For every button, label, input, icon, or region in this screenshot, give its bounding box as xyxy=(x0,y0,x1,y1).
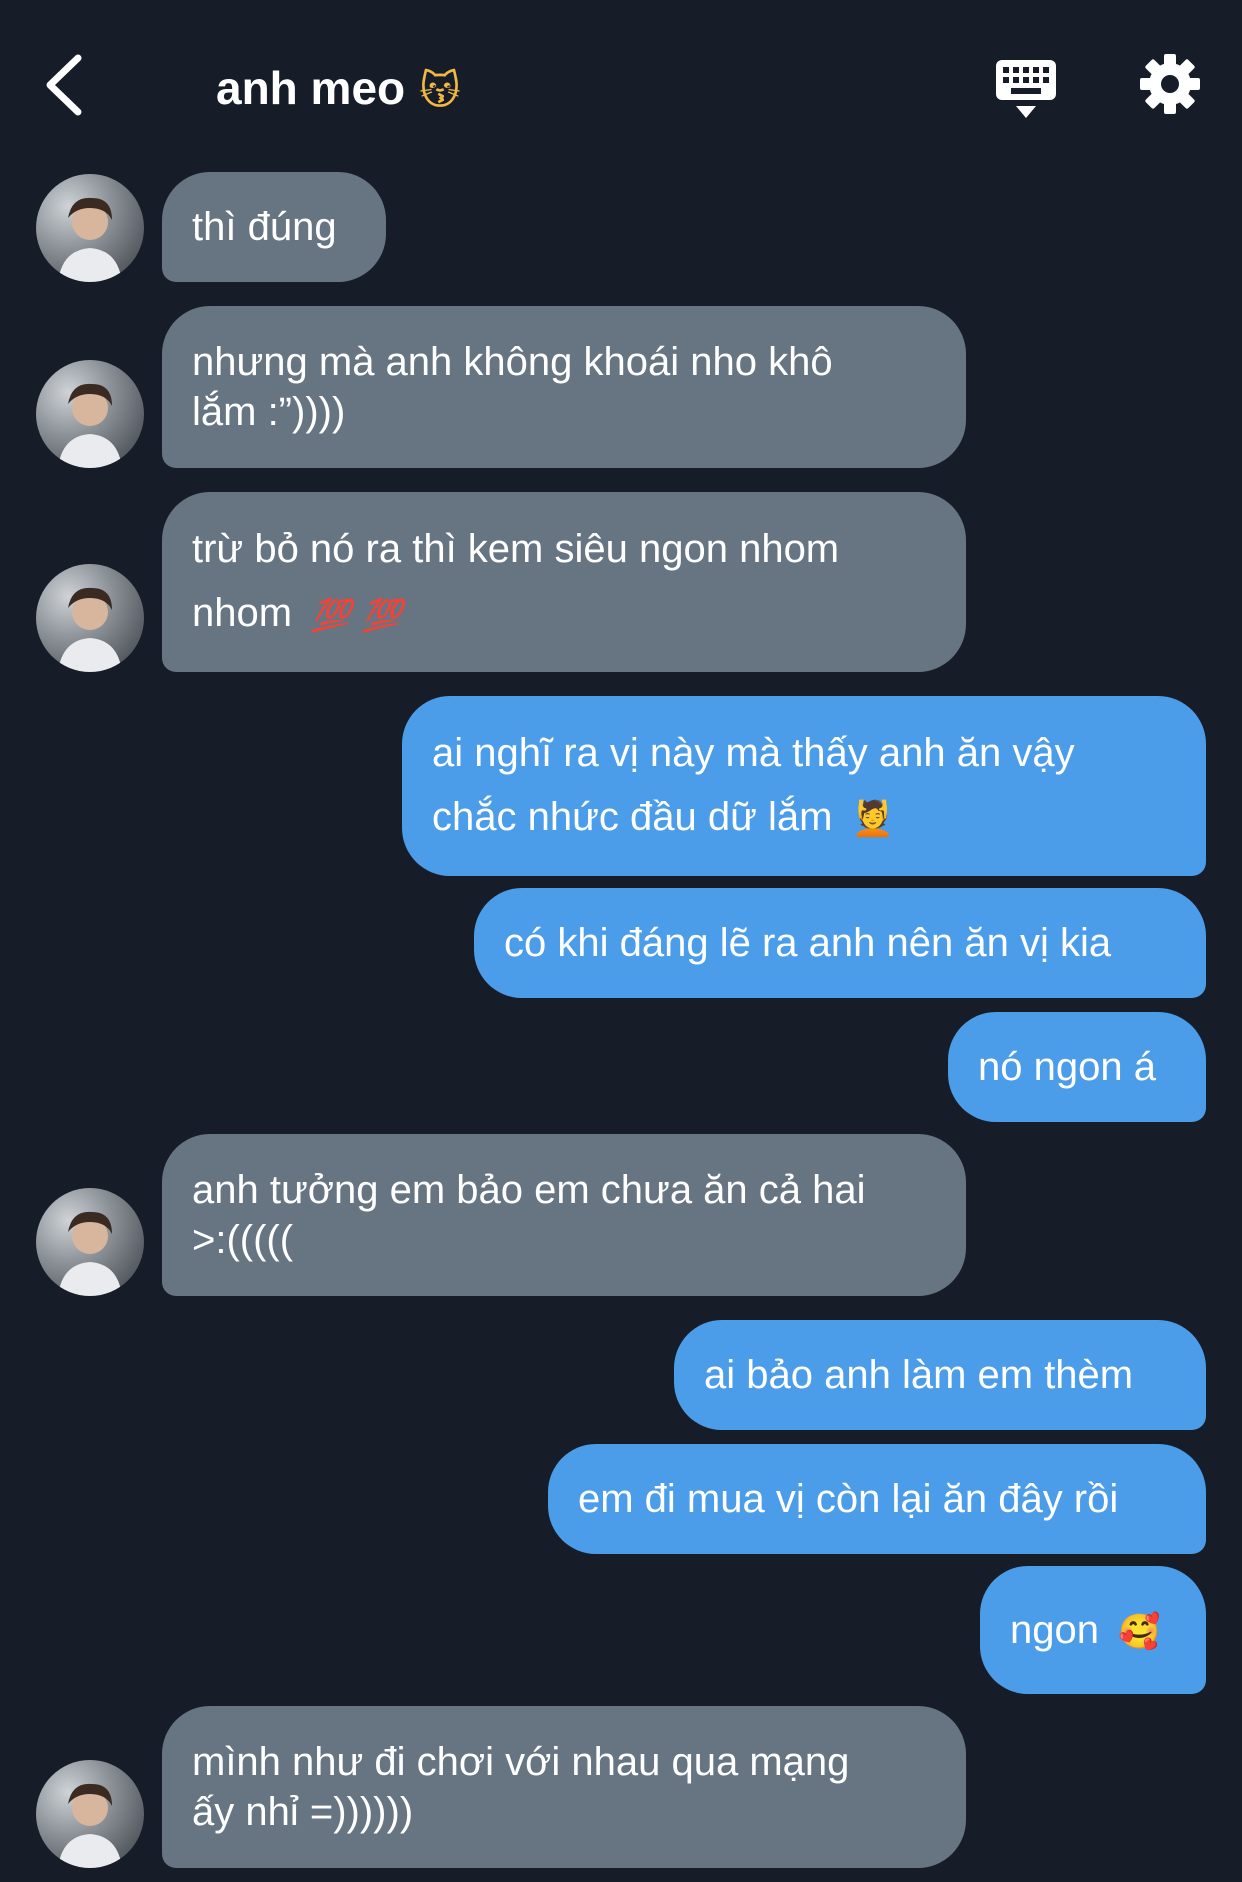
avatar[interactable] xyxy=(36,1188,144,1296)
message-text: nhưng mà anh không khoái nho khô lắm :”)… xyxy=(192,340,833,434)
hundred-points-emoji: 💯 💯 xyxy=(311,596,403,635)
chat-header: anh meo 😽 xyxy=(0,0,1242,170)
message-text: em đi mua vị còn lại ăn đây rồi xyxy=(578,1476,1119,1521)
avatar[interactable] xyxy=(36,174,144,282)
message-bubble-outgoing[interactable]: có khi đáng lẽ ra anh nên ăn vị kia xyxy=(474,888,1206,998)
keyboard-icon xyxy=(996,60,1056,118)
message-text: mình như đi chơi với nhau qua mạng ấy nh… xyxy=(192,1740,850,1834)
message-text: ai nghĩ ra vị này mà thấy anh ăn vậy chắ… xyxy=(432,730,1075,839)
message-bubble-incoming[interactable]: nhưng mà anh không khoái nho khô lắm :”)… xyxy=(162,306,966,468)
message-text: có khi đáng lẽ ra anh nên ăn vị kia xyxy=(504,920,1112,965)
chevron-left-icon xyxy=(46,54,82,116)
smiling-face-with-hearts-emoji: 🥰 xyxy=(1118,1611,1161,1652)
message-bubble-outgoing[interactable]: nó ngon á xyxy=(948,1012,1206,1122)
message-text: ai bảo anh làm em thèm xyxy=(704,1352,1134,1397)
message-bubble-outgoing[interactable]: ngon 🥰 xyxy=(980,1566,1206,1694)
avatar[interactable] xyxy=(36,1760,144,1868)
message-bubble-outgoing[interactable]: ai bảo anh làm em thèm xyxy=(674,1320,1206,1430)
message-bubble-incoming[interactable]: mình như đi chơi với nhau qua mạng ấy nh… xyxy=(162,1706,966,1868)
message-text: ngon xyxy=(1010,1607,1099,1652)
message-bubble-incoming[interactable]: anh tưởng em bảo em chưa ăn cả hai >:(((… xyxy=(162,1134,966,1296)
message-bubble-outgoing[interactable]: em đi mua vị còn lại ăn đây rồi xyxy=(548,1444,1206,1554)
contact-name: anh meo xyxy=(216,62,406,114)
message-bubble-incoming[interactable]: trừ bỏ nó ra thì kem siêu ngon nhom nhom… xyxy=(162,492,966,672)
message-text: trừ bỏ nó ra thì kem siêu ngon nhom nhom xyxy=(192,526,840,635)
back-button[interactable] xyxy=(40,50,90,120)
message-text: thì đúng xyxy=(192,204,337,249)
message-text: anh tưởng em bảo em chưa ăn cả hai >:(((… xyxy=(192,1168,866,1262)
avatar[interactable] xyxy=(36,360,144,468)
message-bubble-incoming[interactable]: thì đúng xyxy=(162,172,386,282)
gear-icon xyxy=(1140,54,1200,114)
avatar[interactable] xyxy=(36,564,144,672)
keyboard-button[interactable] xyxy=(994,56,1058,120)
message-text: nó ngon á xyxy=(978,1044,1156,1089)
face-massage-emoji: 💆 xyxy=(851,799,894,840)
chat-title: anh meo 😽 xyxy=(216,58,461,121)
kissing-cat-emoji: 😽 xyxy=(419,68,461,114)
settings-button[interactable] xyxy=(1138,52,1202,116)
message-bubble-outgoing[interactable]: ai nghĩ ra vị này mà thấy anh ăn vậy chắ… xyxy=(402,696,1206,876)
